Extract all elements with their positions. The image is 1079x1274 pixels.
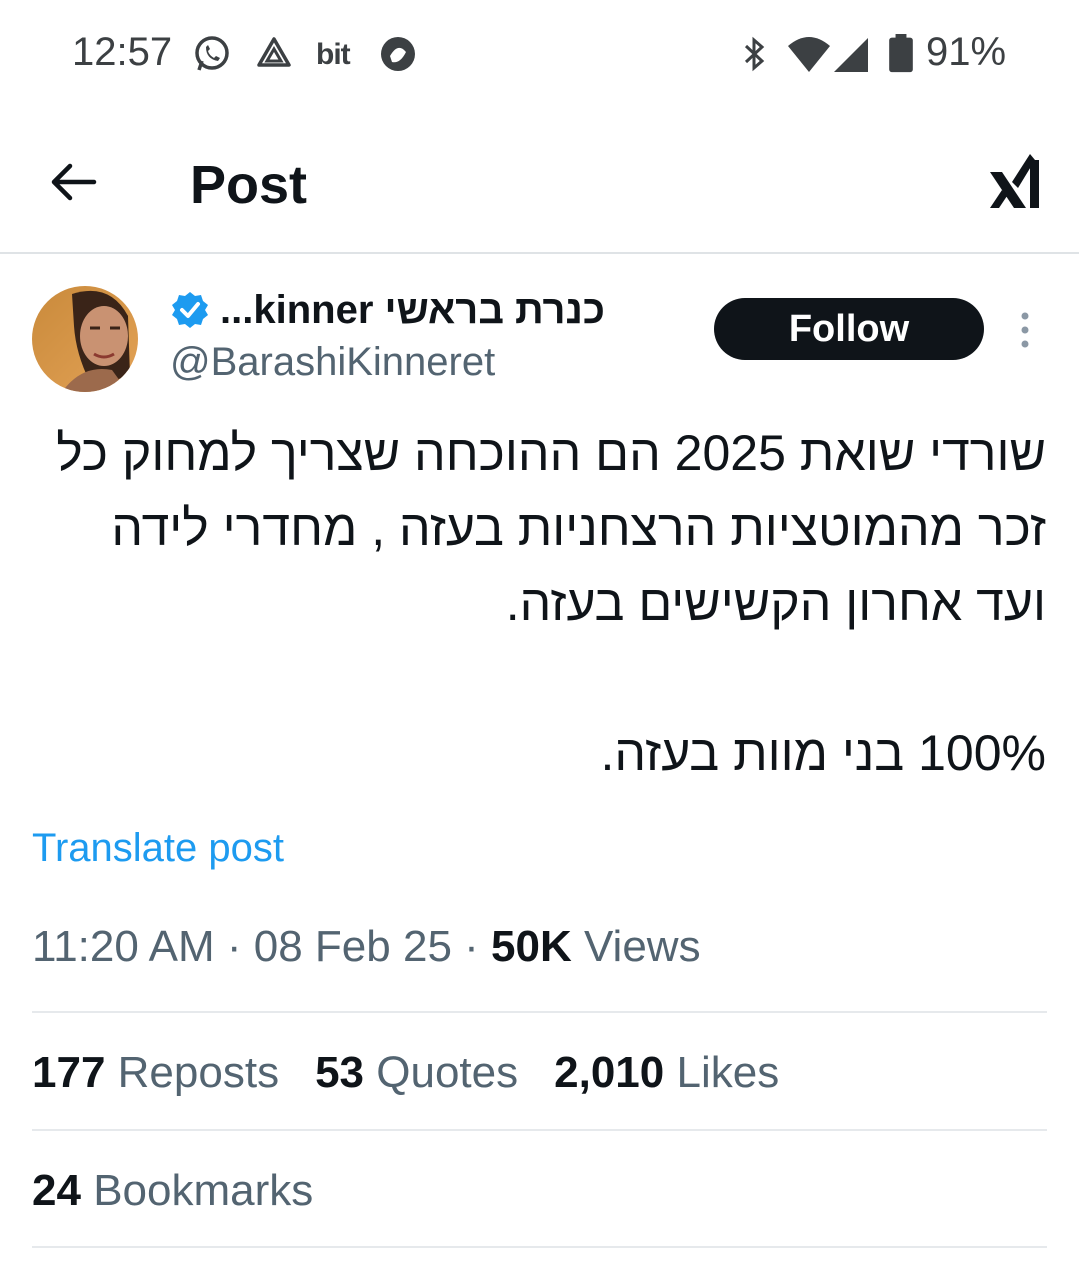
page-title: Post <box>190 155 308 215</box>
post-date: 08 Feb 25 <box>253 922 452 971</box>
x-logo-icon[interactable] <box>986 150 1044 212</box>
bookmarks-count: 24 <box>32 1166 81 1215</box>
avatar[interactable] <box>32 286 138 392</box>
quotes-count: 53 <box>315 1048 365 1097</box>
bit-icon: bit <box>316 38 351 71</box>
divider <box>32 1246 1047 1248</box>
post-time: 11:20 AM <box>32 922 215 971</box>
tweet-text: שורדי שואת 2025 הם ההוכחה שצריך למחוק כל… <box>56 425 1046 781</box>
translate-post-link[interactable]: Translate post <box>32 826 284 871</box>
post-meta: 11:20 AM · 08 Feb 25 · 50K Views <box>32 922 701 972</box>
bookmarks-stat[interactable]: 24 Bookmarks <box>32 1166 313 1216</box>
wifi-icon <box>788 37 830 72</box>
author-display-name: כנרת בראשי kinner... <box>220 287 605 332</box>
views-count: 50K <box>491 922 572 971</box>
quotes-stat[interactable]: 53 Quotes <box>315 1048 518 1098</box>
views-label: Views <box>584 922 701 971</box>
reposts-count: 177 <box>32 1048 106 1097</box>
chat-icon <box>381 37 415 71</box>
header-divider <box>0 252 1079 254</box>
reposts-label: Reposts <box>117 1048 280 1097</box>
meta-separator: · <box>464 922 479 971</box>
quotes-label: Quotes <box>376 1048 519 1097</box>
more-options-icon[interactable] <box>1010 310 1040 350</box>
likes-count: 2,010 <box>554 1048 665 1097</box>
drive-icon <box>257 37 291 67</box>
avatar-image <box>32 286 138 392</box>
verified-badge-icon <box>172 292 208 328</box>
reposts-stat[interactable]: 177 Reposts <box>32 1048 279 1098</box>
likes-label: Likes <box>676 1048 780 1097</box>
divider <box>32 1011 1047 1013</box>
back-button[interactable] <box>48 160 98 204</box>
signal-icon <box>834 38 868 72</box>
follow-button[interactable]: Follow <box>714 298 984 360</box>
battery-icon <box>889 34 913 73</box>
bookmarks-label: Bookmarks <box>93 1166 314 1215</box>
divider <box>32 1129 1047 1131</box>
author-name-row[interactable]: כנרת בראשי kinner... <box>170 284 605 336</box>
author-handle[interactable]: @BarashiKinneret <box>170 340 495 385</box>
views-count-group[interactable]: 50K Views <box>491 922 701 971</box>
status-time: 12:57 <box>72 30 173 74</box>
battery-percent: 91% <box>926 30 1007 74</box>
likes-stat[interactable]: 2,010 Likes <box>554 1048 779 1098</box>
whatsapp-icon <box>195 36 229 71</box>
meta-separator: · <box>226 922 242 971</box>
engagement-stats: 177 Reposts 53 Quotes 2,010 Likes <box>32 1048 779 1098</box>
bluetooth-icon <box>744 36 765 72</box>
